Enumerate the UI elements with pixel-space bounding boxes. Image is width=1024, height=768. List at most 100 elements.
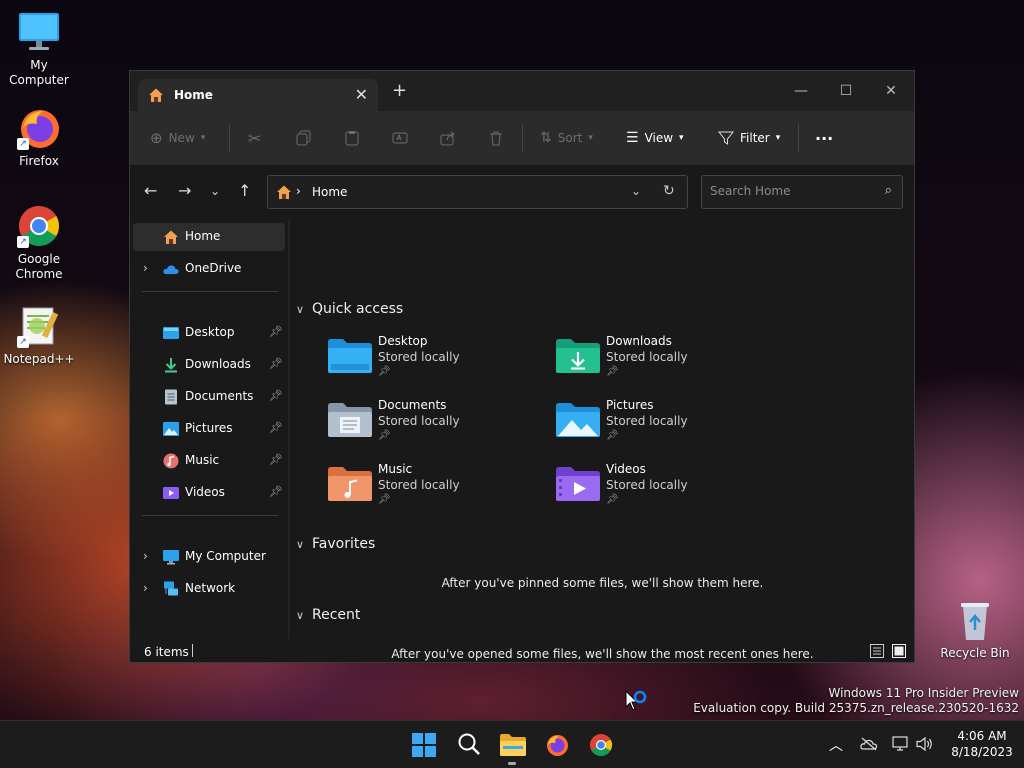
- search-box[interactable]: ⌕: [701, 175, 903, 209]
- cut-button[interactable]: ✂: [248, 111, 261, 165]
- clock[interactable]: 4:06 AM 8/18/2023: [940, 728, 1024, 760]
- paste-button[interactable]: [344, 111, 360, 165]
- sidebar-item-label: My Computer: [185, 549, 266, 563]
- delete-button[interactable]: [488, 111, 504, 165]
- desktop-icon-notepad-plus-plus[interactable]: ↗ Notepad++: [0, 304, 78, 367]
- recycle-bin-icon: [953, 598, 997, 642]
- quick-access-item-documents[interactable]: Documents Stored locally 📌︎: [328, 396, 548, 452]
- pin-icon[interactable]: 📌︎: [269, 421, 283, 434]
- more-options-button[interactable]: ···: [815, 111, 833, 165]
- pin-icon[interactable]: 📌︎: [269, 389, 283, 402]
- clock-time: 4:06 AM: [957, 729, 1007, 743]
- desktop-icon-label: Google Chrome: [15, 252, 63, 281]
- more-icon: ···: [815, 128, 834, 148]
- chevron-right-icon[interactable]: ›: [143, 549, 148, 563]
- watermark-line2: Evaluation copy. Build 25375.zn_release.…: [693, 701, 1019, 715]
- desktop-icon-google-chrome[interactable]: ↗ Google Chrome: [0, 204, 78, 282]
- favorites-empty-message: After you've pinned some files, we'll sh…: [441, 576, 764, 590]
- item-status: Stored locally: [606, 350, 688, 364]
- search-icon[interactable]: ⌕: [885, 183, 892, 198]
- search-icon[interactable]: [457, 732, 481, 759]
- status-divider: [192, 644, 193, 657]
- pin-icon[interactable]: 📌︎: [269, 485, 283, 498]
- minimize-button[interactable]: —: [778, 77, 824, 105]
- recent-locations-button[interactable]: ⌄: [210, 184, 220, 198]
- section-title: Quick access: [312, 301, 404, 317]
- close-button[interactable]: ✕: [868, 77, 914, 105]
- sort-icon: ⇅: [540, 130, 552, 146]
- quick-access-item-downloads[interactable]: Downloads Stored locally 📌︎: [556, 332, 776, 388]
- sort-label: Sort: [557, 131, 583, 145]
- maximize-button[interactable]: ☐: [823, 77, 869, 105]
- section-header-quick-access[interactable]: ∨ Quick access: [296, 301, 403, 317]
- copy-button[interactable]: [296, 111, 312, 165]
- chevron-right-icon[interactable]: ›: [143, 261, 148, 275]
- forward-button[interactable]: →: [178, 181, 191, 200]
- sidebar-item-documents[interactable]: Documents 📌︎: [133, 383, 285, 411]
- sort-button[interactable]: ⇅ Sort ▾: [540, 111, 593, 165]
- quick-access-item-desktop[interactable]: Desktop Stored locally 📌︎: [328, 332, 548, 388]
- sidebar-item-videos[interactable]: Videos 📌︎: [133, 479, 285, 507]
- up-button[interactable]: ↑: [238, 181, 251, 200]
- monitor-icon: [163, 549, 179, 565]
- tab-close-icon[interactable]: ✕: [355, 85, 368, 104]
- desktop-icon-my-computer[interactable]: My Computer: [0, 10, 78, 88]
- sidebar-item-onedrive[interactable]: › OneDrive: [133, 255, 285, 283]
- quick-access-item-music[interactable]: Music Stored locally 📌︎: [328, 460, 548, 516]
- search-input[interactable]: [710, 184, 870, 198]
- chevron-up-icon[interactable]: ︿: [829, 735, 843, 755]
- section-header-favorites[interactable]: ∨ Favorites: [296, 536, 375, 552]
- sidebar-item-pictures[interactable]: Pictures 📌︎: [133, 415, 285, 443]
- sidebar-item-home[interactable]: Home: [133, 223, 285, 251]
- onedrive-offline-icon[interactable]: [860, 737, 878, 754]
- desktop-icon-firefox[interactable]: ↗ Firefox: [0, 106, 78, 169]
- quick-access-item-pictures[interactable]: Pictures Stored locally 📌︎: [556, 396, 776, 452]
- volume-icon[interactable]: [916, 736, 934, 755]
- tab-home[interactable]: Home ✕: [138, 79, 378, 111]
- filter-button[interactable]: Filter ▾: [718, 111, 780, 165]
- rename-button[interactable]: [392, 111, 408, 165]
- refresh-icon[interactable]: ↻: [663, 183, 675, 199]
- documents-folder-icon: [328, 403, 372, 437]
- network-icon[interactable]: [892, 736, 910, 755]
- address-dropdown-icon[interactable]: ⌄: [631, 184, 641, 198]
- desktop-icon-recycle-bin[interactable]: Recycle Bin: [936, 598, 1014, 661]
- chrome-icon[interactable]: [589, 733, 613, 760]
- start-button[interactable]: [412, 733, 436, 760]
- share-button[interactable]: [440, 111, 456, 165]
- file-explorer-taskbar-icon[interactable]: [500, 733, 526, 760]
- navigation-pane: Home › OneDrive Desktop 📌︎ Downloads 📌︎: [130, 219, 288, 639]
- quick-access-item-videos[interactable]: Videos Stored locally 📌︎: [556, 460, 776, 516]
- item-status: Stored locally: [606, 414, 688, 428]
- sidebar-item-desktop[interactable]: Desktop 📌︎: [133, 319, 285, 347]
- section-header-recent[interactable]: ∨ Recent: [296, 607, 360, 623]
- details-view-icon[interactable]: [870, 644, 884, 661]
- back-button[interactable]: ←: [144, 181, 157, 200]
- chevron-down-icon: ∨: [296, 538, 305, 551]
- new-tab-button[interactable]: +: [392, 82, 407, 100]
- cloud-icon: [163, 261, 179, 277]
- view-button[interactable]: ☰ View ▾: [626, 111, 684, 165]
- shortcut-arrow-icon: ↗: [17, 138, 29, 150]
- pin-icon[interactable]: 📌︎: [269, 357, 283, 370]
- pin-icon: 📌︎: [378, 430, 391, 441]
- new-button[interactable]: ⊕ New ▾: [150, 111, 205, 165]
- sidebar-item-downloads[interactable]: Downloads 📌︎: [133, 351, 285, 379]
- chevron-right-icon[interactable]: ›: [143, 581, 148, 595]
- item-status: Stored locally: [378, 478, 460, 492]
- content-pane: ∨ Quick access Desktop Stored locally 📌︎ …: [290, 219, 915, 711]
- pin-icon[interactable]: 📌︎: [269, 325, 283, 338]
- section-title: Favorites: [312, 536, 376, 552]
- title-bar[interactable]: Home ✕ + — ☐ ✕: [130, 71, 914, 111]
- breadcrumb-home[interactable]: Home: [312, 185, 347, 199]
- sidebar-item-network[interactable]: › Network: [133, 575, 285, 603]
- pin-icon: 📌︎: [378, 366, 391, 377]
- sidebar-item-my-computer[interactable]: › My Computer: [133, 543, 285, 571]
- address-bar[interactable]: › Home ⌄ ↻: [267, 175, 688, 209]
- sidebar-item-music[interactable]: Music 📌︎: [133, 447, 285, 475]
- file-explorer-window[interactable]: Home ✕ + — ☐ ✕ ⊕ New ▾ ✂ ⇅ Sort ▾ ☰ View…: [129, 70, 915, 711]
- desktop-icon-label: Firefox: [19, 154, 59, 168]
- firefox-icon[interactable]: [545, 733, 569, 760]
- pin-icon[interactable]: 📌︎: [269, 453, 283, 466]
- tiles-view-icon[interactable]: [892, 644, 906, 661]
